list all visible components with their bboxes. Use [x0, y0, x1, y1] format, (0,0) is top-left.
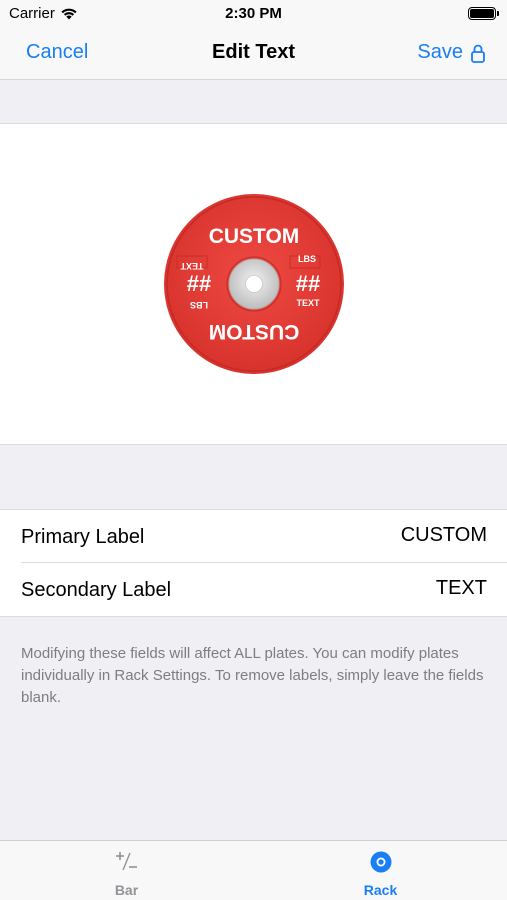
save-label: Save — [417, 41, 463, 63]
cancel-button[interactable]: Cancel — [26, 41, 88, 64]
battery-icon — [468, 7, 499, 20]
lock-icon — [471, 44, 485, 63]
status-time: 2:30 PM — [225, 5, 282, 22]
plate-preview: CUSTOM CUSTOM ## ## TEXT LBS LBS TEXT — [164, 194, 344, 374]
plate-bottom-text: CUSTOM — [209, 320, 300, 343]
plate-center-hole — [245, 275, 263, 293]
primary-label-row[interactable]: Primary Label CUSTOM — [0, 510, 507, 563]
navigation-bar: Cancel Edit Text Save — [0, 28, 507, 80]
plate-top-text: CUSTOM — [209, 225, 300, 248]
status-bar: Carrier 2:30 PM — [0, 0, 507, 28]
plate-right-bottom-small: TEXT — [296, 298, 320, 308]
tab-rack-label: Rack — [363, 882, 398, 898]
plate-right-top-small: LBS — [298, 254, 316, 264]
plate-preview-panel: CUSTOM CUSTOM ## ## TEXT LBS LBS TEXT — [0, 123, 507, 445]
plate-left-bottom-small: LBS — [190, 300, 208, 310]
primary-label-value[interactable]: CUSTOM — [401, 524, 487, 547]
secondary-label-row[interactable]: Secondary Label TEXT — [0, 563, 507, 616]
tab-bar-label: Bar — [114, 882, 139, 898]
save-button[interactable]: Save — [417, 41, 485, 64]
primary-label-title: Primary Label — [21, 526, 145, 548]
secondary-label-title: Secondary Label — [21, 579, 172, 601]
footnote-text: Modifying these fields will affect ALL p… — [21, 645, 484, 706]
rack-plate-icon — [370, 851, 391, 873]
plate-right-number: ## — [296, 271, 320, 296]
plate-left-number: ## — [187, 271, 211, 296]
tab-rack-item[interactable]: Rack — [254, 841, 507, 900]
tab-bar-item[interactable]: Bar — [0, 841, 253, 900]
secondary-label-value[interactable]: TEXT — [436, 577, 487, 600]
plus-minus-icon — [115, 852, 137, 871]
label-form: Primary Label CUSTOM Secondary Label TEX… — [0, 509, 507, 617]
plate-left-top-small: TEXT — [180, 261, 204, 271]
tab-bar: Bar Rack — [0, 840, 507, 900]
